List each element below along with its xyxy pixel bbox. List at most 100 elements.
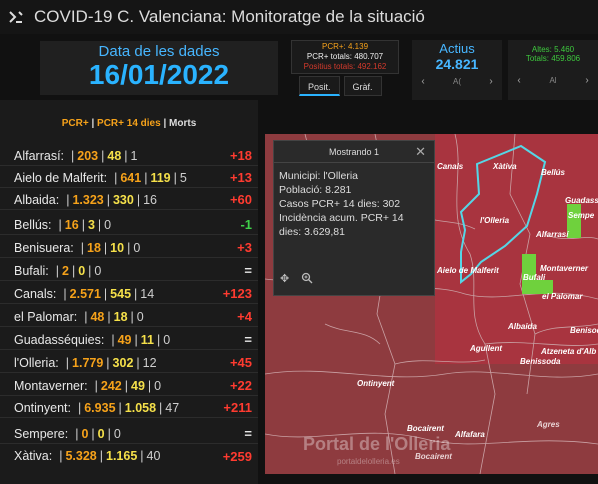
pcr-totals: PCR+ totals: 480.707 <box>306 52 384 61</box>
chevron-left-icon[interactable]: ‹ <box>418 76 428 87</box>
map-label: Albaida <box>508 322 537 331</box>
separator: | <box>101 148 105 163</box>
legend-pcr: PCR+ <box>61 118 89 129</box>
date-label: Data de les dades <box>98 43 220 60</box>
list-item[interactable]: el Palomar: | 48 | 18 | 0 +4 <box>0 307 258 327</box>
list-item[interactable]: Xàtiva: | 5.328 | 1.165 | 40 +259 <box>0 446 258 466</box>
separator: | <box>103 286 108 301</box>
pcr-value: 2.571 <box>69 286 101 301</box>
close-icon[interactable]: ✕ <box>415 144 426 160</box>
delta-badge: = <box>244 426 252 441</box>
municipality-name: Albaida: <box>14 192 60 207</box>
dashboard-logo-icon <box>6 7 26 27</box>
map-label: l'Olleria <box>480 216 510 225</box>
tab-grafic[interactable]: Gràf. <box>343 76 382 96</box>
list-item[interactable]: Benisuera: | 18 | 10 | 0 +3 <box>0 238 258 258</box>
legend-pcr14: PCR+ 14 dies <box>97 118 161 129</box>
pcr-today: PCR+: 4.139 <box>321 42 369 51</box>
map-label: Agres <box>537 420 560 429</box>
pcr14-value: 48 <box>107 148 122 163</box>
list-item[interactable]: Bufali: | 2 | 0 | 0 = <box>0 261 258 281</box>
separator: | <box>106 192 110 207</box>
actius-value: 24.821 <box>435 56 479 72</box>
popup-body: Municipi: l'Olleria Població: 8.281 Caso… <box>274 163 434 245</box>
popup-line: dies: 3.629,81 <box>279 226 345 238</box>
chevron-right-icon[interactable]: › <box>582 75 592 86</box>
list-item[interactable]: Montaverner: | 242 | 49 | 0 +22 <box>0 376 258 396</box>
municipality-name: l'Olleria: <box>14 355 59 370</box>
info-popup: Mostrando 1 ✕ Municipi: l'Olleria Poblac… <box>273 140 435 296</box>
separator: | <box>124 378 129 393</box>
pcr14-value: 3 <box>87 217 95 232</box>
list-legend: PCR+ | PCR+ 14 dies | Morts <box>61 118 197 129</box>
separator: | <box>63 286 67 301</box>
pcr-value: 48 <box>90 309 105 324</box>
municipality-name: Bellús: <box>14 217 52 232</box>
separator: | <box>147 378 152 393</box>
map-label: Alfarrasí <box>536 230 569 239</box>
chevron-right-icon[interactable]: › <box>486 76 496 87</box>
popup-title: Mostrando 1 <box>328 146 380 157</box>
municipality-name: Alfarrasí: <box>14 148 65 163</box>
separator: | <box>99 449 103 463</box>
move-icon[interactable]: ✥ <box>280 272 289 287</box>
separator: | <box>97 217 102 232</box>
popup-header: Mostrando 1 ✕ <box>274 141 434 163</box>
title-bar: COVID-19 C. Valenciana: Monitoratge de l… <box>0 0 598 34</box>
map-label: Bocairent <box>407 424 444 433</box>
municipality-name: Aielo de Malferit: <box>14 170 108 185</box>
delta-badge: +123 <box>222 286 252 301</box>
pcr14-value: 330 <box>112 192 134 207</box>
chevron-left-icon[interactable]: ‹ <box>514 75 524 86</box>
zoom-icon[interactable] <box>301 272 313 287</box>
pcr-value: 0 <box>81 426 89 441</box>
list-item[interactable]: Bellús: | 16 | 3 | 0 -1 <box>0 215 258 235</box>
list-item[interactable]: Albaida: | 1.323 | 330 | 16 +60 <box>0 190 258 210</box>
separator: | <box>107 426 111 441</box>
tab-positius[interactable]: Posit. <box>299 76 340 96</box>
municipality-name: Sempere: <box>14 426 69 441</box>
separator: | <box>80 240 85 255</box>
pcr14-value: 1.165 <box>106 449 138 463</box>
map-label: Ontinyent <box>357 379 395 388</box>
list-item[interactable]: Aielo de Malferit: | 641 | 119 | 5 +13 <box>0 168 258 188</box>
delta-badge: = <box>244 332 252 347</box>
municipality-name: Canals: <box>14 286 57 301</box>
map-label: Bellús <box>541 168 566 177</box>
delta-badge: +22 <box>229 378 252 393</box>
morts-value: 0 <box>104 217 112 232</box>
pcr14-value: 49 <box>131 378 145 393</box>
morts-value: 40 <box>146 449 161 463</box>
pcr-value: 203 <box>77 148 99 163</box>
pcr14-value: 0 <box>97 426 105 441</box>
morts-value: 0 <box>94 263 102 278</box>
list-item[interactable]: Canals: | 2.571 | 545 | 14 +123 <box>0 284 258 304</box>
pcr-value: 1.779 <box>72 355 104 370</box>
popup-line: Municipi: l'Olleria <box>279 170 359 182</box>
altes-totals: Totals: 459.806 <box>525 54 581 63</box>
morts-value: 0 <box>133 240 141 255</box>
data-date-panel: Data de les dades 16/01/2022 <box>40 41 278 95</box>
pcr14-value: 18 <box>113 309 128 324</box>
morts-value: 16 <box>143 192 157 207</box>
map-label: Xàtiva <box>493 162 517 171</box>
list-item[interactable]: Ontinyent: | 6.935 | 1.058 | 47 +211 <box>0 398 258 418</box>
list-item[interactable]: l'Olleria: | 1.779 | 302 | 12 +45 <box>0 353 258 373</box>
map-label: Canals <box>437 162 464 171</box>
list-item[interactable]: Sempere: | 0 | 0 | 0 = <box>0 424 258 444</box>
delta-badge: +211 <box>223 400 252 415</box>
altes-panel: Altes: 5.460 Totals: 459.806 ‹ Al › <box>508 40 598 100</box>
popup-line: Població: 8.281 <box>279 184 352 196</box>
popup-line: Incidència acum. PCR+ 14 <box>279 212 404 224</box>
list-item[interactable]: Alfarrasí: | 203 | 48 | 1 +18 <box>0 146 258 166</box>
actius-panel: Actius 24.821 ‹ A( › <box>412 40 502 100</box>
list-item[interactable]: Guadasséquies: | 49 | 11 | 0 = <box>0 330 258 350</box>
separator: | <box>144 170 148 185</box>
morts-value: 0 <box>154 378 162 393</box>
separator: | <box>156 332 161 347</box>
delta-badge: +18 <box>229 148 252 163</box>
altes-today: Altes: 5.460 <box>531 45 575 54</box>
separator: | <box>114 170 118 185</box>
separator: | <box>66 192 70 207</box>
popup-tools: ✥ <box>280 272 313 287</box>
